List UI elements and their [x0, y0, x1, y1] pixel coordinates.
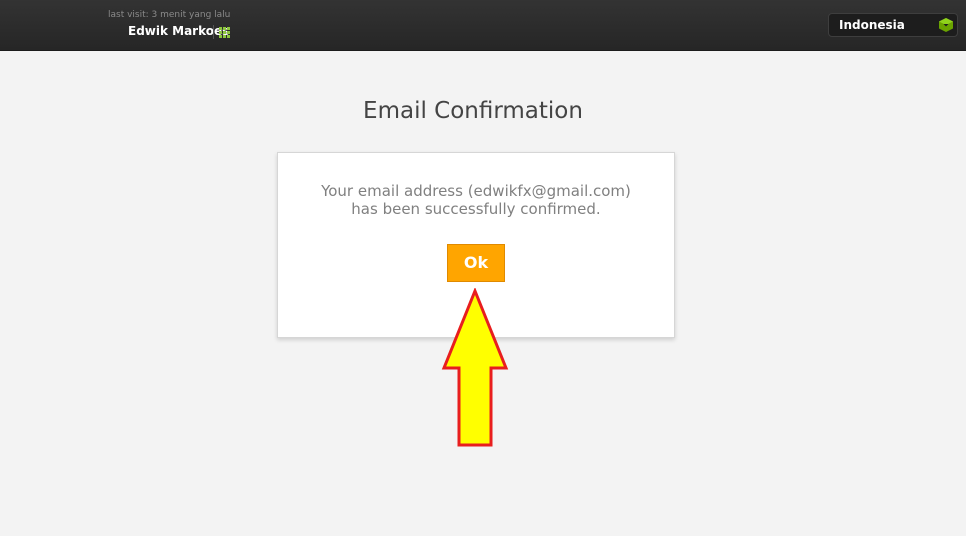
top-bar: last visit: 3 menit yang lalu Edwik Mark…	[0, 0, 966, 51]
message-line-2: has been successfully confirmed.	[351, 200, 601, 218]
page-title: Email Confirmation	[363, 98, 583, 124]
message-line-1: Your email address (edwikfx@gmail.com)	[321, 182, 631, 200]
language-label: Indonesia	[839, 18, 905, 32]
grid-icon[interactable]	[219, 27, 230, 38]
divider	[213, 25, 214, 39]
up-arrow-icon	[441, 288, 509, 447]
cube-icon	[939, 18, 953, 32]
last-visit-text: last visit: 3 menit yang lalu	[108, 10, 231, 20]
user-name[interactable]: Edwik Markoes	[128, 24, 229, 38]
confirmation-message: Your email address (edwikfx@gmail.com) h…	[278, 182, 674, 218]
ok-button[interactable]: Ok	[447, 244, 505, 282]
language-select[interactable]: Indonesia	[828, 13, 958, 37]
